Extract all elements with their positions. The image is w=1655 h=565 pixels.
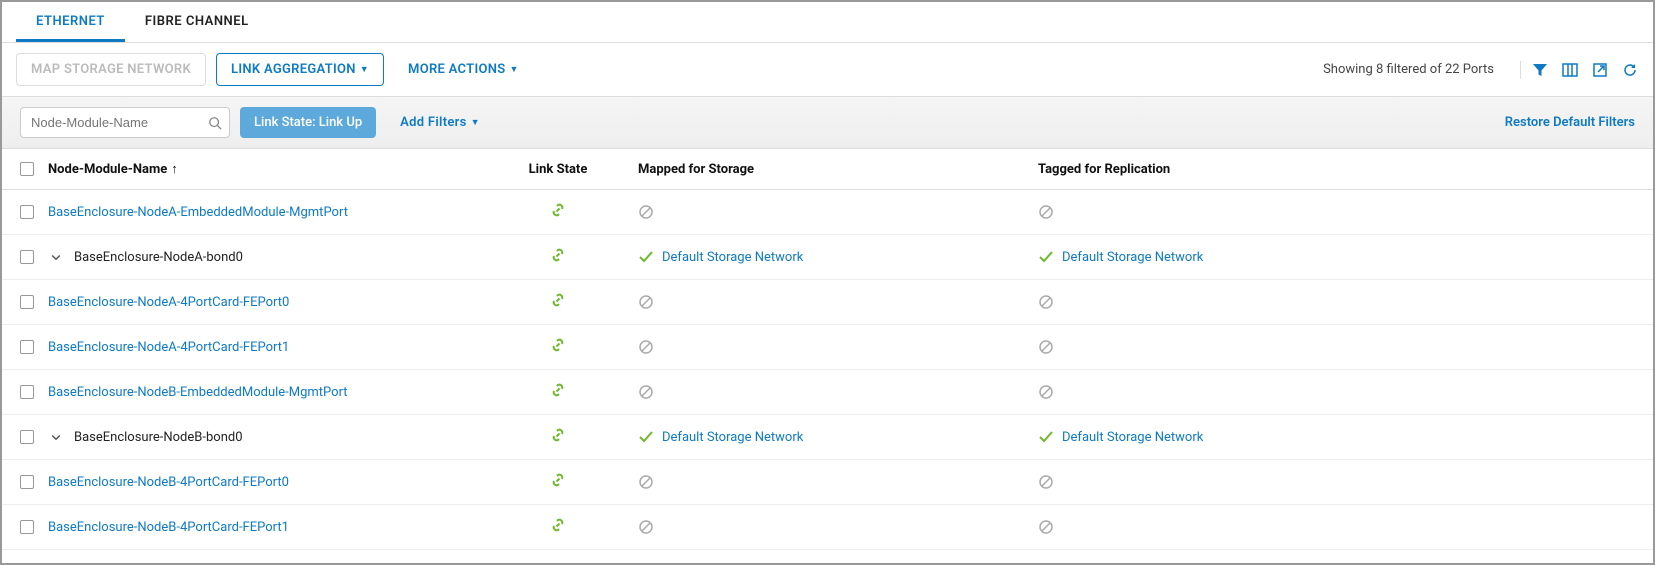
row-checkbox[interactable]	[20, 250, 34, 264]
link-up-icon	[550, 472, 566, 488]
none-icon	[1038, 204, 1054, 220]
tab-bar: ETHERNET FIBRE CHANNEL	[2, 2, 1653, 43]
table-header: Node-Module-Name ↑ Link State Mapped for…	[2, 149, 1653, 190]
link-up-icon	[550, 427, 566, 443]
add-filters-label: Add Filters	[400, 115, 466, 130]
caret-down-icon: ▼	[360, 64, 369, 75]
table-row: BaseEnclosure-NodeA-4PortCard-FEPort1	[2, 325, 1653, 370]
add-filters-button[interactable]: Add Filters ▼	[386, 107, 494, 138]
check-icon	[1038, 249, 1054, 265]
check-icon	[638, 429, 654, 445]
toolbar: MAP STORAGE NETWORK LINK AGGREGATION ▼ M…	[2, 43, 1653, 96]
row-checkbox[interactable]	[20, 295, 34, 309]
table-row: BaseEnclosure-NodeB-4PortCard-FEPort1	[2, 505, 1653, 550]
sort-asc-icon: ↑	[171, 161, 178, 177]
row-checkbox[interactable]	[20, 430, 34, 444]
storage-network-link[interactable]: Default Storage Network	[662, 250, 803, 265]
filter-icon[interactable]	[1531, 61, 1549, 79]
port-name: BaseEnclosure-NodeA-bond0	[74, 250, 243, 265]
none-icon	[638, 384, 654, 400]
chevron-down-icon[interactable]	[48, 431, 64, 443]
port-name[interactable]: BaseEnclosure-NodeA-4PortCard-FEPort0	[48, 295, 289, 310]
table-row: BaseEnclosure-NodeA-bond0 Default Storage…	[2, 235, 1653, 280]
none-icon	[638, 339, 654, 355]
header-name[interactable]: Node-Module-Name ↑	[48, 161, 488, 177]
search-input[interactable]	[20, 107, 230, 138]
row-checkbox[interactable]	[20, 385, 34, 399]
table-row: BaseEnclosure-NodeA-4PortCard-FEPort0	[2, 280, 1653, 325]
check-icon	[638, 249, 654, 265]
filter-bar: Link State: Link Up Add Filters ▼ Restor…	[2, 96, 1653, 149]
storage-network-link[interactable]: Default Storage Network	[662, 430, 803, 445]
header-link-state[interactable]: Link State	[488, 162, 628, 177]
tab-ethernet[interactable]: ETHERNET	[16, 2, 125, 42]
storage-network-link[interactable]: Default Storage Network	[1062, 430, 1203, 445]
row-checkbox[interactable]	[20, 520, 34, 534]
none-icon	[1038, 339, 1054, 355]
filter-chip-link-state[interactable]: Link State: Link Up	[240, 107, 376, 138]
port-name[interactable]: BaseEnclosure-NodeB-EmbeddedModule-MgmtP…	[48, 385, 348, 400]
check-icon	[1038, 429, 1054, 445]
link-aggregation-label: LINK AGGREGATION	[231, 62, 356, 77]
row-checkbox[interactable]	[20, 475, 34, 489]
none-icon	[1038, 294, 1054, 310]
port-name[interactable]: BaseEnclosure-NodeA-4PortCard-FEPort1	[48, 340, 289, 355]
none-icon	[1038, 384, 1054, 400]
row-checkbox[interactable]	[20, 205, 34, 219]
ports-panel: ETHERNET FIBRE CHANNEL MAP STORAGE NETWO…	[0, 0, 1655, 565]
table-row: BaseEnclosure-NodeB-bond0 Default Storage…	[2, 415, 1653, 460]
header-name-label: Node-Module-Name	[48, 162, 167, 177]
link-up-icon	[550, 247, 566, 263]
more-actions-button[interactable]: MORE ACTIONS ▼	[394, 54, 533, 85]
more-actions-label: MORE ACTIONS	[408, 62, 505, 77]
select-all-checkbox[interactable]	[20, 162, 34, 176]
search-wrap	[20, 107, 230, 138]
caret-down-icon: ▼	[471, 117, 480, 128]
none-icon	[638, 474, 654, 490]
link-up-icon	[550, 382, 566, 398]
link-up-icon	[550, 202, 566, 218]
columns-icon[interactable]	[1561, 61, 1579, 79]
link-up-icon	[550, 337, 566, 353]
port-name[interactable]: BaseEnclosure-NodeB-4PortCard-FEPort0	[48, 475, 289, 490]
map-storage-network-button: MAP STORAGE NETWORK	[16, 53, 206, 86]
header-tagged[interactable]: Tagged for Replication	[1028, 162, 1635, 177]
refresh-icon[interactable]	[1621, 61, 1639, 79]
header-mapped[interactable]: Mapped for Storage	[628, 162, 1028, 177]
search-icon	[208, 116, 222, 130]
none-icon	[1038, 474, 1054, 490]
showing-count: Showing 8 filtered of 22 Ports	[1323, 62, 1494, 77]
icon-bar	[1520, 61, 1639, 79]
port-name[interactable]: BaseEnclosure-NodeA-EmbeddedModule-MgmtP…	[48, 205, 348, 220]
tab-fibre-channel[interactable]: FIBRE CHANNEL	[125, 2, 269, 42]
storage-network-link[interactable]: Default Storage Network	[1062, 250, 1203, 265]
table-body: BaseEnclosure-NodeA-EmbeddedModule-MgmtP…	[2, 190, 1653, 550]
link-up-icon	[550, 517, 566, 533]
row-checkbox[interactable]	[20, 340, 34, 354]
link-aggregation-button[interactable]: LINK AGGREGATION ▼	[216, 53, 384, 86]
chevron-down-icon[interactable]	[48, 251, 64, 263]
table-row: BaseEnclosure-NodeA-EmbeddedModule-MgmtP…	[2, 190, 1653, 235]
port-name[interactable]: BaseEnclosure-NodeB-4PortCard-FEPort1	[48, 520, 289, 535]
caret-down-icon: ▼	[510, 64, 519, 75]
port-name: BaseEnclosure-NodeB-bond0	[74, 430, 243, 445]
none-icon	[638, 204, 654, 220]
none-icon	[1038, 519, 1054, 535]
table-row: BaseEnclosure-NodeB-4PortCard-FEPort0	[2, 460, 1653, 505]
link-up-icon	[550, 292, 566, 308]
none-icon	[638, 294, 654, 310]
restore-default-filters[interactable]: Restore Default Filters	[1505, 115, 1635, 130]
export-icon[interactable]	[1591, 61, 1609, 79]
none-icon	[638, 519, 654, 535]
table-row: BaseEnclosure-NodeB-EmbeddedModule-MgmtP…	[2, 370, 1653, 415]
